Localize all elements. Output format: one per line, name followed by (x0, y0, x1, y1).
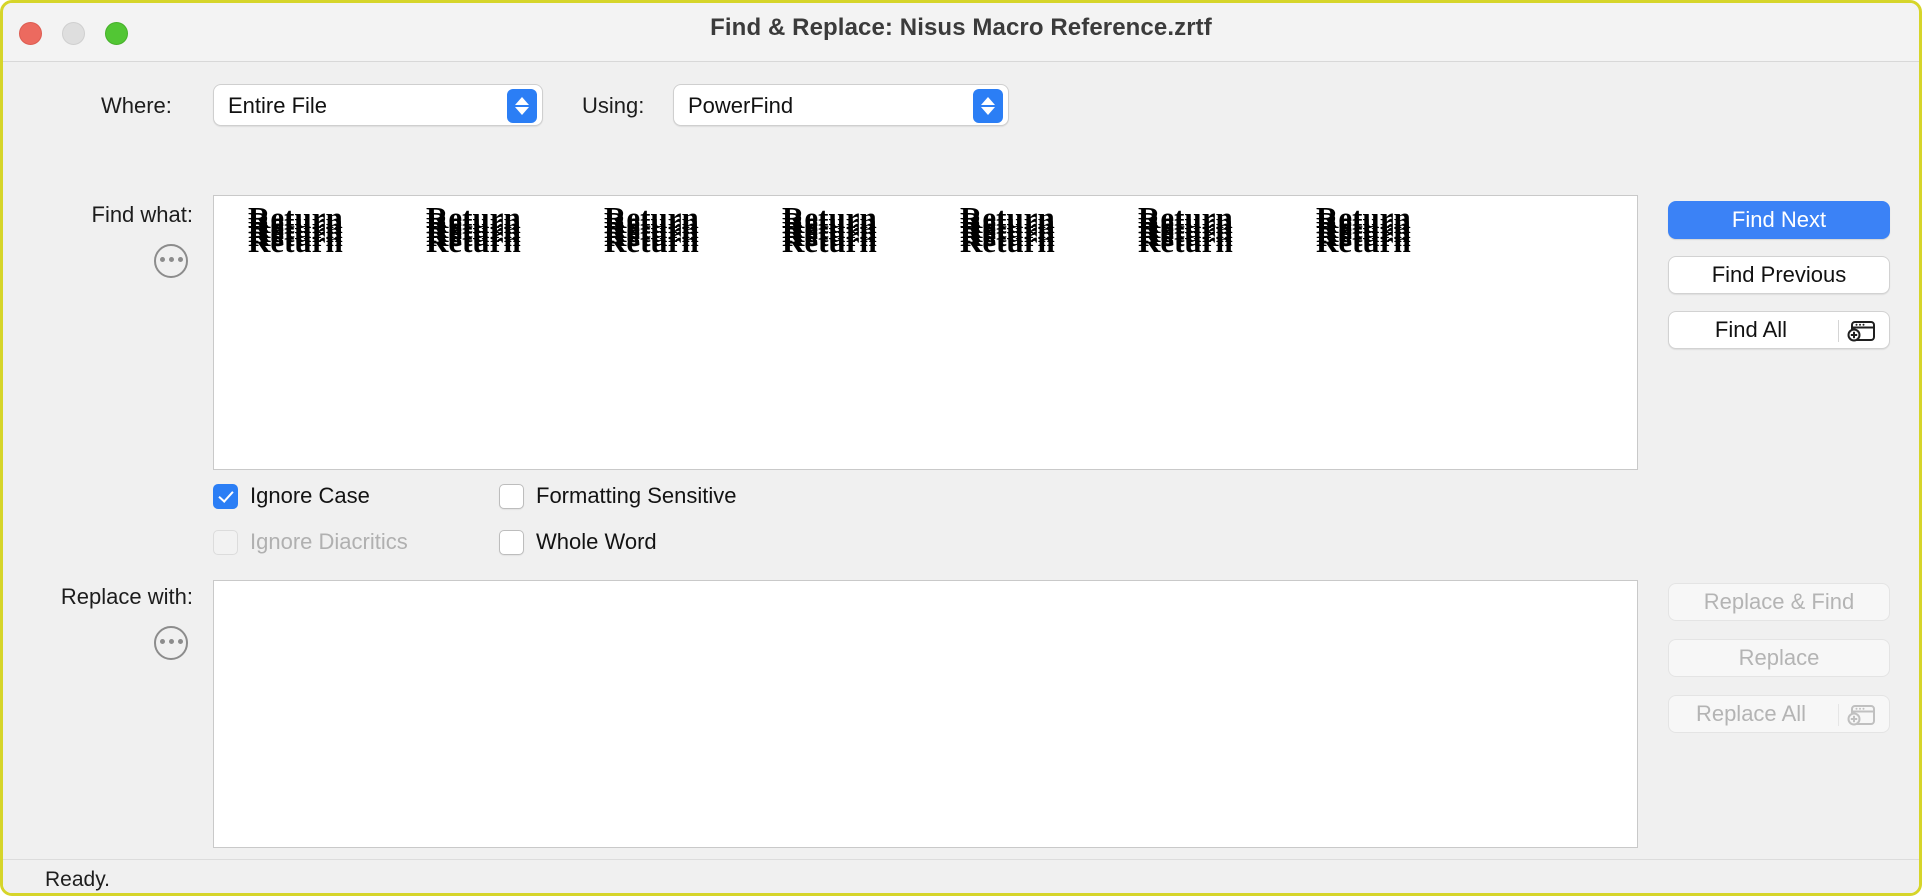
find-token-layer: Return (248, 226, 343, 257)
checkbox-formatting-sensitive[interactable]: Formatting Sensitive (499, 483, 737, 509)
where-label: Where: (101, 93, 172, 119)
checkbox-whole-word[interactable]: Whole Word (499, 529, 657, 555)
find-token-layer: Return (960, 226, 1055, 257)
replace-label: Replace (1739, 645, 1820, 671)
find-token-layer: Return (604, 226, 699, 257)
whole-word-label: Whole Word (536, 529, 657, 555)
whole-word-box[interactable] (499, 530, 524, 555)
new-window-plus-icon (1847, 321, 1875, 342)
formatting-sensitive-box[interactable] (499, 484, 524, 509)
replace-and-find-button: Replace & Find (1668, 583, 1890, 621)
find-previous-label: Find Previous (1712, 262, 1847, 288)
checkbox-ignore-case[interactable]: Ignore Case (213, 483, 370, 509)
replace-all-label: Replace All (1669, 701, 1833, 727)
formatting-sensitive-label: Formatting Sensitive (536, 483, 737, 509)
where-dropdown[interactable]: Entire File (213, 84, 543, 126)
replace-with-input[interactable] (213, 580, 1638, 848)
replace-button: Replace (1668, 639, 1890, 677)
find-next-label: Find Next (1732, 207, 1826, 233)
find-what-label: Find what: (3, 202, 193, 228)
ignore-case-label: Ignore Case (250, 483, 370, 509)
find-token: ReturnReturnReturnReturnReturnReturn (426, 202, 566, 262)
find-token: ReturnReturnReturnReturnReturnReturn (604, 202, 744, 262)
using-label: Using: (582, 93, 644, 119)
using-dropdown[interactable]: PowerFind (673, 84, 1009, 126)
replace-all-button: Replace All (1668, 695, 1890, 733)
find-options-ellipsis-icon[interactable] (154, 244, 188, 278)
replace-and-find-label: Replace & Find (1704, 589, 1854, 615)
checkbox-ignore-diacritics: Ignore Diacritics (213, 529, 408, 555)
find-token: ReturnReturnReturnReturnReturnReturn (782, 202, 922, 262)
status-message: Ready. (45, 868, 110, 892)
replace-with-label: Replace with: (3, 584, 193, 610)
find-token: ReturnReturnReturnReturnReturnReturn (248, 202, 388, 262)
find-next-button[interactable]: Find Next (1668, 201, 1890, 239)
ignore-diacritics-box (213, 530, 238, 555)
find-token: ReturnReturnReturnReturnReturnReturn (1316, 202, 1456, 262)
new-window-plus-icon (1847, 705, 1875, 726)
status-bar: Ready. (3, 859, 1919, 896)
window-title: Find & Replace: Nisus Macro Reference.zr… (3, 14, 1919, 42)
find-token-layer: Return (426, 226, 521, 257)
using-stepper-icon[interactable] (973, 89, 1003, 123)
find-all-label: Find All (1669, 317, 1833, 343)
find-token-layer: Return (782, 226, 877, 257)
find-token-layer: Return (1316, 226, 1411, 257)
find-previous-button[interactable]: Find Previous (1668, 256, 1890, 294)
ignore-diacritics-label: Ignore Diacritics (250, 529, 408, 555)
find-replace-window: Find & Replace: Nisus Macro Reference.zr… (0, 0, 1922, 896)
ignore-case-box[interactable] (213, 484, 238, 509)
find-token: ReturnReturnReturnReturnReturnReturn (1138, 202, 1278, 262)
find-token-layer: Return (1138, 226, 1233, 257)
find-all-button[interactable]: Find All (1668, 311, 1890, 349)
replace-options-ellipsis-icon[interactable] (154, 626, 188, 660)
find-what-input[interactable]: ReturnReturnReturnReturnReturnReturnRetu… (213, 195, 1638, 470)
where-value: Entire File (228, 93, 327, 119)
find-token: ReturnReturnReturnReturnReturnReturn (960, 202, 1100, 262)
dialog-body: Where: Entire File Using: PowerFind Find… (3, 62, 1919, 896)
where-stepper-icon[interactable] (507, 89, 537, 123)
using-value: PowerFind (688, 93, 793, 119)
title-bar: Find & Replace: Nisus Macro Reference.zr… (3, 3, 1919, 62)
